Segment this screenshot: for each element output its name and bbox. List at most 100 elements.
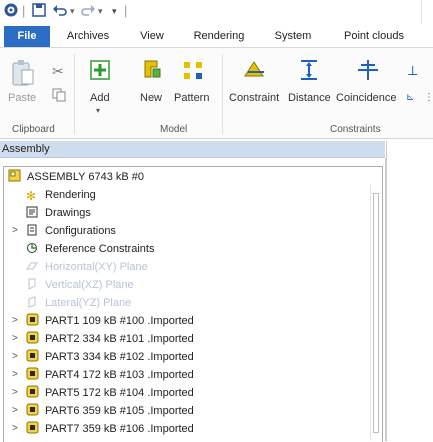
paste-button[interactable]: Paste — [8, 92, 36, 104]
tree-item-label: Vertical(XZ) Plane — [45, 279, 134, 291]
tree-item-part[interactable]: > PART4 172 kB #103 .Imported — [12, 366, 194, 384]
tab-system[interactable]: System — [268, 26, 318, 47]
tree-item-label: PART6 359 kB #105 .Imported — [45, 405, 194, 417]
clipboard-group-label: Clipboard — [12, 124, 55, 135]
constraint-button[interactable]: Constraint — [229, 92, 279, 104]
tree-item-label: Rendering — [45, 189, 96, 201]
assembly-panel: ASSEMBLY 6743 kB #0 ✻ Rendering Drawings … — [0, 158, 386, 442]
tree-item-label: PART7 359 kB #106 .Imported — [45, 423, 194, 435]
tab-rendering[interactable]: Rendering — [186, 26, 252, 47]
tree-root[interactable]: ASSEMBLY 6743 kB #0 — [8, 168, 144, 186]
part-icon — [26, 367, 39, 380]
separator-icon: | — [124, 3, 128, 18]
part-icon — [26, 421, 39, 434]
tree-item[interactable]: ✻ Rendering — [26, 186, 96, 204]
tab-file[interactable]: File — [4, 26, 50, 47]
copy-icon[interactable] — [52, 88, 66, 105]
viewport-area[interactable] — [386, 141, 433, 441]
tree-item-label: PART3 334 kB #102 .Imported — [45, 351, 194, 363]
ribbon-overflow-icon[interactable]: ⋮ — [424, 92, 433, 103]
add-button[interactable]: Add — [90, 92, 110, 104]
expand-chevron-icon[interactable]: > — [12, 402, 22, 420]
redo-icon[interactable] — [80, 3, 96, 19]
app-gear-icon[interactable] — [4, 3, 18, 19]
save-icon[interactable] — [32, 3, 46, 19]
plane-icon — [26, 260, 39, 273]
expand-chevron-icon[interactable]: > — [12, 330, 22, 348]
tree-item-hidden[interactable]: Lateral(YZ) Plane — [26, 294, 131, 312]
tab-archives[interactable]: Archives — [62, 26, 114, 47]
undo-dropdown-icon[interactable]: ▾ — [70, 3, 75, 19]
model-group-label: Model — [160, 124, 188, 135]
drawings-icon — [26, 206, 39, 219]
customize-qat-icon[interactable]: ▾ — [112, 3, 117, 19]
tree-item[interactable]: > Configurations — [12, 222, 116, 240]
window-edge — [421, 0, 433, 24]
tree-item-label: Drawings — [45, 207, 91, 219]
tree-item-part[interactable]: > PART2 334 kB #101 .Imported — [12, 330, 194, 348]
distance-icon[interactable] — [298, 58, 320, 85]
add-icon[interactable] — [90, 60, 110, 83]
tree-item-label: PART2 334 kB #101 .Imported — [45, 333, 194, 345]
tree-item-part[interactable]: > PART3 334 kB #102 .Imported — [12, 348, 194, 366]
part-icon — [26, 403, 39, 416]
paste-icon[interactable] — [10, 58, 36, 91]
new-button[interactable]: New — [140, 92, 162, 104]
configurations-icon — [26, 224, 39, 237]
tree-item-part[interactable]: > PART1 109 kB #100 .Imported — [12, 312, 194, 330]
part-icon — [26, 349, 39, 362]
tree-item-part[interactable]: > PART5 172 kB #104 .Imported — [12, 384, 194, 402]
group-separator — [74, 54, 75, 134]
group-separator — [222, 54, 223, 134]
constraint-small-icon[interactable]: ⊾ — [406, 92, 414, 103]
part-icon — [26, 331, 39, 344]
tree-root-label: ASSEMBLY 6743 kB #0 — [27, 171, 144, 183]
pattern-button[interactable]: Pattern — [174, 92, 209, 104]
reference-constraints-icon — [26, 242, 39, 255]
separator-icon: | — [22, 3, 26, 18]
tree-item[interactable]: Drawings — [26, 204, 91, 222]
expand-chevron-icon[interactable]: > — [12, 384, 22, 402]
tab-view[interactable]: View — [130, 26, 174, 47]
constraint-icon[interactable] — [242, 58, 268, 85]
add-dropdown-icon[interactable]: ▾ — [96, 106, 100, 115]
ribbon-tabs: File Archives View Rendering System Poin… — [0, 26, 433, 48]
cut-icon[interactable]: ✂ — [52, 63, 64, 80]
plane-icon — [26, 296, 39, 309]
coincidence-icon[interactable] — [356, 58, 380, 85]
distance-button[interactable]: Distance — [288, 92, 331, 104]
expand-chevron-icon[interactable]: > — [12, 420, 22, 438]
scrollbar-thumb[interactable] — [373, 193, 379, 433]
tree-item-label: Lateral(YZ) Plane — [45, 297, 132, 309]
expand-chevron-icon[interactable]: > — [12, 348, 22, 366]
tree-item-hidden[interactable]: Vertical(XZ) Plane — [26, 276, 134, 294]
tree-item[interactable]: Reference Constraints — [26, 240, 154, 258]
coincidence-button[interactable]: Coincidence — [336, 92, 397, 104]
ribbon: ✂ Paste Clipboard Add ▾ New Pattern Mode… — [0, 48, 433, 139]
expand-chevron-icon[interactable]: > — [12, 366, 22, 384]
tree-item-label: Reference Constraints — [45, 243, 155, 255]
expand-chevron-icon[interactable]: > — [12, 312, 22, 330]
tree-item-label: Horizontal(XY) Plane — [45, 261, 148, 273]
tree-item-hidden[interactable]: Horizontal(XY) Plane — [26, 258, 148, 276]
panel-title: Assembly — [0, 141, 385, 158]
tree-item-part[interactable]: > PART7 359 kB #106 .Imported — [12, 420, 194, 438]
tree-item-label: PART4 172 kB #103 .Imported — [45, 369, 194, 381]
tree-scrollbar[interactable] — [370, 185, 381, 441]
assembly-icon — [8, 169, 21, 182]
more-constraints-icon[interactable]: ⟂ — [408, 62, 417, 79]
tree-item-part[interactable]: > PART6 359 kB #105 .Imported — [12, 402, 194, 420]
new-part-icon[interactable] — [142, 58, 162, 83]
tree-item-label: PART1 109 kB #100 .Imported — [45, 315, 194, 327]
constraints-group-label: Constraints — [330, 124, 381, 135]
redo-dropdown-icon[interactable]: ▾ — [98, 3, 103, 19]
rendering-icon: ✻ — [26, 189, 37, 203]
plane-icon — [26, 278, 39, 291]
tree-item-label: PART5 172 kB #104 .Imported — [45, 387, 194, 399]
undo-icon[interactable] — [52, 3, 68, 19]
pattern-icon[interactable] — [182, 60, 206, 85]
tab-point-clouds[interactable]: Point clouds — [334, 26, 414, 47]
part-icon — [26, 385, 39, 398]
expand-chevron-icon[interactable]: > — [12, 222, 22, 240]
part-icon — [26, 313, 39, 326]
